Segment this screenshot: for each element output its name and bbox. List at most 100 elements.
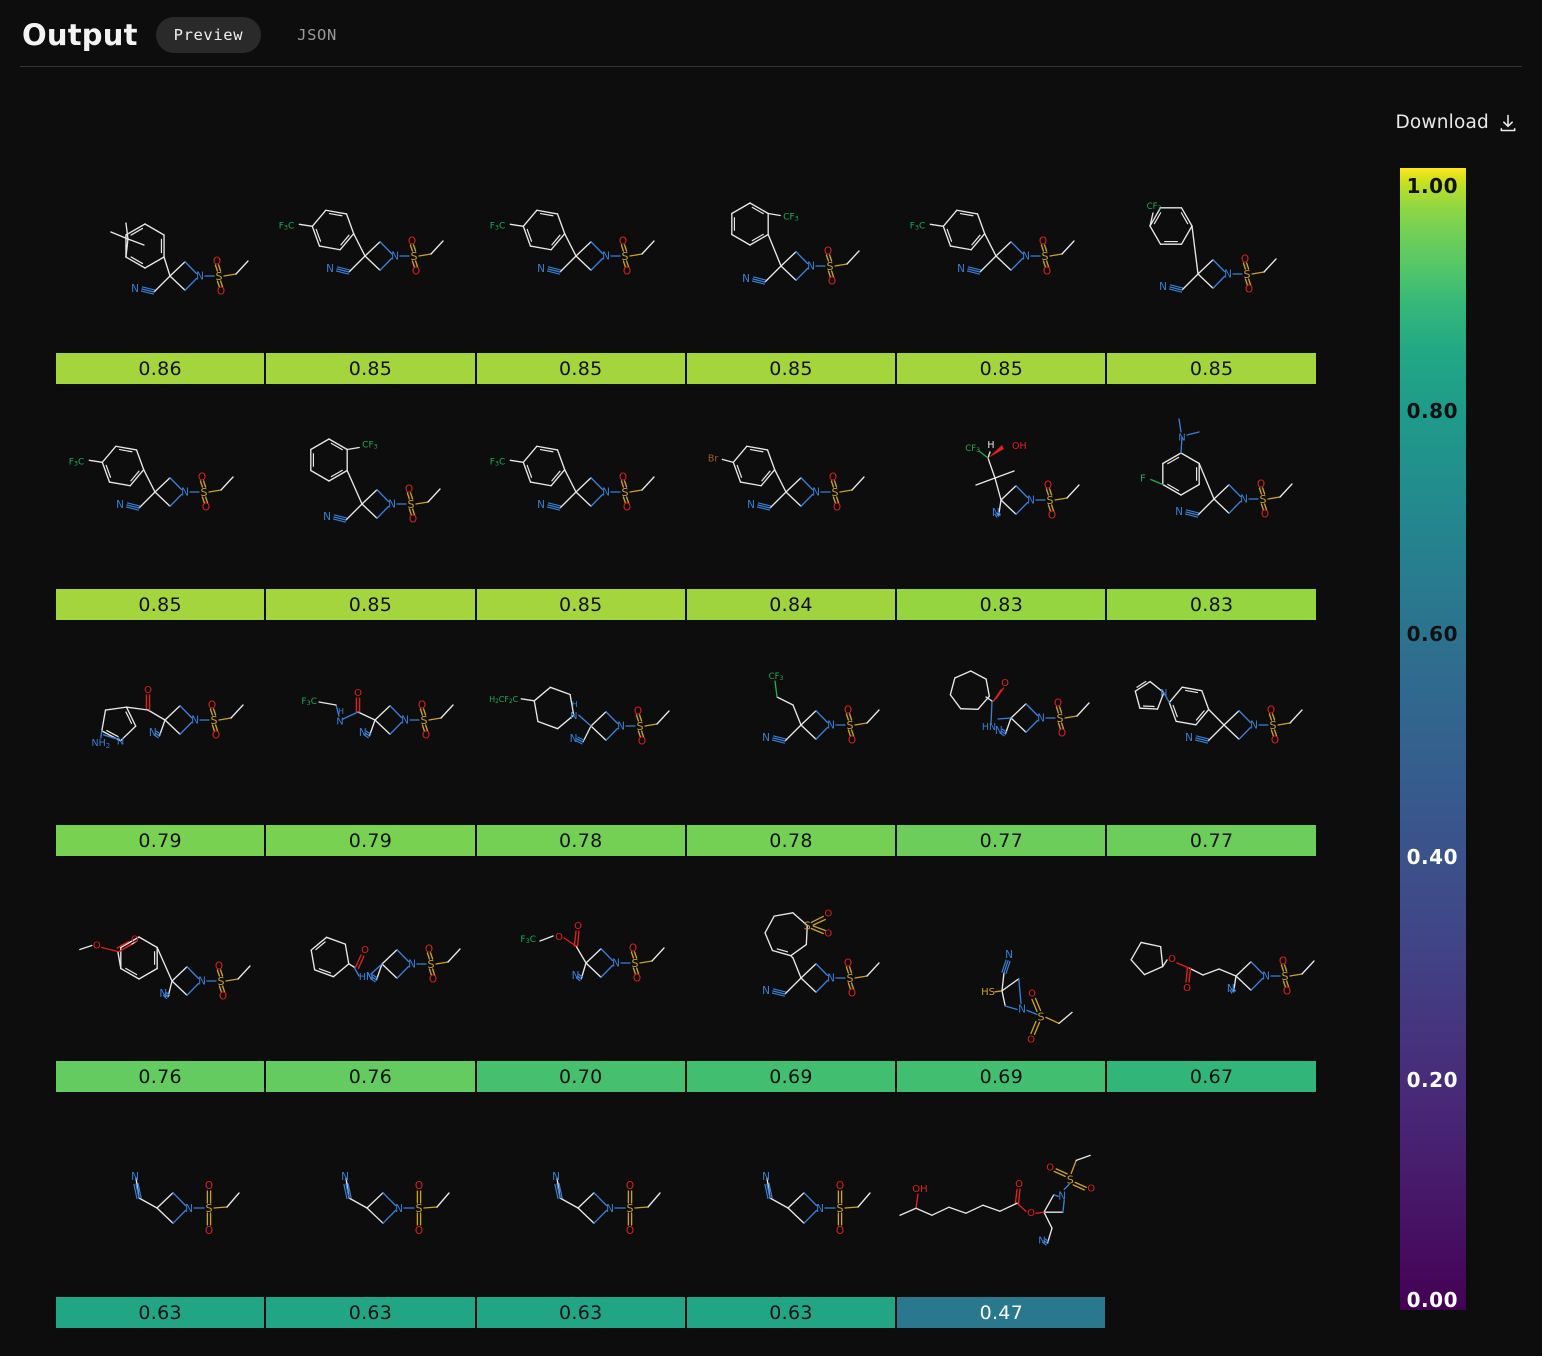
svg-text:O: O (217, 286, 225, 298)
svg-text:CF3: CF3 (769, 672, 784, 682)
tab-json[interactable]: JSON (279, 17, 355, 53)
svg-text:N: N (198, 976, 206, 988)
svg-text:O: O (1282, 986, 1290, 998)
grid-row: NSOONF3CNSOONCF3NSOONF3CNSOONBrNSOONHCF3… (56, 404, 1318, 620)
svg-text:O: O (824, 246, 832, 258)
svg-text:O: O (355, 688, 363, 699)
molecule-depiction: NSOONOO (1107, 876, 1317, 1061)
svg-text:S: S (1269, 719, 1276, 732)
svg-text:N: N (1160, 688, 1167, 699)
svg-text:N: N (185, 1203, 193, 1215)
svg-text:O: O (412, 266, 420, 278)
colorbar-tick-0.20: 0.20 (1407, 1068, 1458, 1092)
colorbar-tick-1.00: 1.00 (1407, 174, 1458, 198)
svg-text:O: O (848, 735, 856, 747)
svg-text:F3C: F3C (489, 221, 505, 231)
svg-text:O: O (1001, 678, 1009, 689)
svg-text:N: N (571, 970, 579, 982)
score-bar: 0.77 (1107, 825, 1317, 856)
svg-text:O: O (422, 730, 430, 742)
molecule-row: NSOONF3CNSOONCF3NSOONF3CNSOONBrNSOONHCF3… (56, 404, 1318, 589)
svg-text:S: S (421, 714, 428, 727)
svg-text:N: N (324, 511, 332, 523)
svg-text:O: O (844, 705, 852, 717)
download-button[interactable]: Download (1395, 112, 1518, 133)
svg-text:S: S (827, 260, 834, 273)
svg-text:S: S (216, 270, 223, 283)
svg-text:CF3: CF3 (966, 444, 981, 454)
svg-text:O: O (1027, 1208, 1035, 1219)
svg-text:N: N (1250, 720, 1258, 732)
score-bar: 0.84 (687, 589, 897, 620)
svg-text:O: O (1168, 954, 1176, 965)
molecule-empty (1107, 1112, 1317, 1297)
colorbar-tick-0.40: 0.40 (1407, 845, 1458, 869)
molecule-depiction: NSOONF3C (477, 168, 687, 353)
molecule-depiction: NSOONF3C (266, 168, 476, 353)
svg-text:O: O (215, 961, 223, 973)
svg-text:N: N (537, 499, 545, 511)
molecule-depiction: NSOON (56, 1112, 266, 1297)
score-row: 0.790.790.780.780.770.77 (56, 825, 1318, 856)
svg-text:N: N (612, 958, 620, 970)
svg-text:O: O (1027, 1034, 1035, 1045)
svg-text:O: O (1278, 956, 1286, 968)
score-bar: 0.63 (477, 1297, 687, 1328)
svg-text:S: S (411, 250, 418, 263)
score-row: 0.850.850.850.840.830.83 (56, 589, 1318, 620)
svg-text:F3C: F3C (910, 221, 926, 231)
molecule-depiction: NSOONOOOH (897, 1112, 1107, 1297)
svg-text:O: O (619, 472, 627, 484)
page-title: Output (22, 21, 138, 50)
score-bar: 0.78 (477, 825, 687, 856)
svg-text:O: O (626, 1225, 634, 1237)
score-bar: 0.85 (1107, 353, 1317, 384)
row-spacer (56, 856, 1318, 876)
svg-text:S: S (1281, 970, 1288, 983)
score-bar: 0.69 (687, 1061, 897, 1092)
score-row: 0.760.760.700.690.690.67 (56, 1061, 1318, 1092)
svg-text:N: N (812, 487, 820, 499)
svg-text:O: O (848, 988, 856, 1000)
svg-text:O: O (844, 958, 852, 970)
svg-text:N: N (742, 273, 750, 285)
grid-row: NSOONNSOONNSOONNSOONNSOONOOOH0.630.630.6… (56, 1112, 1318, 1328)
svg-text:S: S (847, 719, 854, 732)
svg-text:Br: Br (708, 453, 719, 464)
molecule-depiction: NSOONHNO (897, 640, 1107, 825)
svg-text:O: O (1054, 698, 1062, 710)
svg-text:HN: HN (982, 722, 996, 733)
svg-text:F3C: F3C (520, 935, 536, 945)
svg-text:O: O (1244, 284, 1252, 296)
colorbar-tick-0.00: 0.00 (1407, 1288, 1458, 1312)
molecule-depiction: NSOONOO (56, 876, 266, 1061)
svg-text:NH2: NH2 (92, 738, 111, 750)
svg-text:O: O (219, 991, 227, 1003)
svg-text:OH: OH (1012, 441, 1027, 452)
svg-text:O: O (1039, 236, 1047, 248)
svg-text:N: N (1262, 971, 1270, 983)
tab-preview[interactable]: Preview (156, 17, 262, 53)
grid-row: NSOONONNH2NSOONONHF3CNSOONNHH2CF2CNSOONC… (56, 640, 1318, 856)
molecule-depiction: NSOONSOO (687, 876, 897, 1061)
header-divider (20, 66, 1522, 67)
molecule-depiction: NSOONN (1107, 640, 1317, 825)
svg-text:O: O (555, 932, 563, 943)
molecule-depiction: NSOONNHH2CF2C (477, 640, 687, 825)
svg-text:N: N (552, 1171, 560, 1183)
svg-text:N: N (359, 727, 367, 739)
svg-text:N: N (957, 263, 965, 275)
output-panel: Output Preview JSON Download NSOONNSOONF… (0, 0, 1542, 1356)
svg-text:O: O (619, 236, 627, 248)
svg-text:O: O (634, 706, 642, 718)
svg-text:O: O (833, 502, 841, 514)
svg-text:N: N (1059, 1190, 1067, 1202)
svg-text:S: S (408, 498, 415, 511)
svg-text:O: O (1028, 988, 1036, 999)
svg-text:O: O (144, 685, 152, 696)
svg-text:N: N (392, 251, 400, 263)
svg-text:N: N (1226, 983, 1234, 995)
svg-text:S: S (847, 972, 854, 985)
row-spacer (56, 620, 1318, 640)
svg-text:N: N (131, 1171, 139, 1183)
